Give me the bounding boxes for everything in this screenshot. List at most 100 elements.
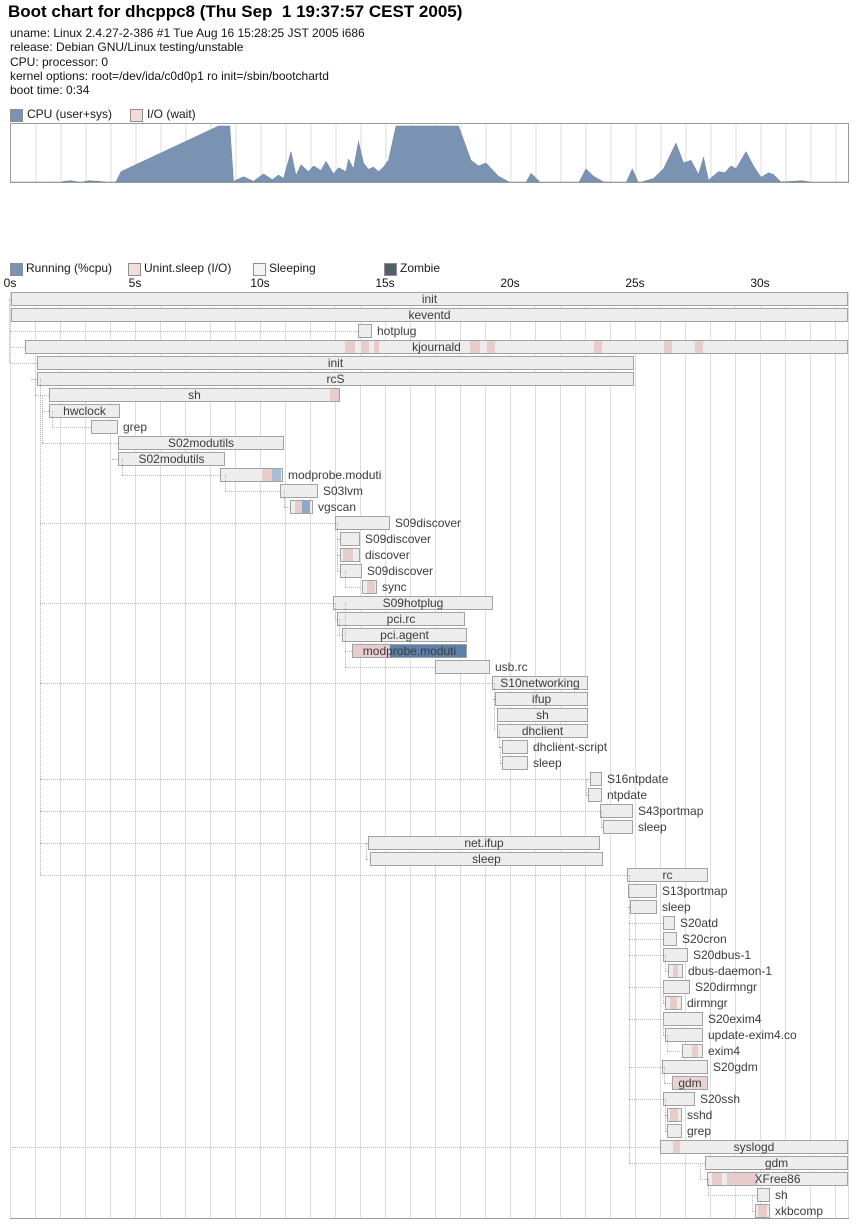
gridline	[335, 292, 336, 1218]
process-bar	[665, 1028, 703, 1042]
io-wait-segment	[670, 997, 677, 1009]
gridline	[660, 292, 661, 1218]
process-bar	[220, 468, 283, 482]
io-wait-segment	[758, 1205, 767, 1217]
process-label: S09discover	[365, 532, 431, 546]
tree-connector	[40, 523, 335, 524]
io-wait-segment	[673, 965, 678, 977]
process-label: S09discover	[367, 564, 433, 578]
process-bar	[682, 1044, 703, 1058]
tree-connector	[10, 331, 358, 332]
process-bar	[91, 420, 118, 434]
tree-connector-vertical	[225, 475, 226, 491]
tree-connector-vertical	[586, 779, 587, 795]
gridline	[35, 292, 36, 1218]
tree-connector	[10, 363, 37, 364]
process-bar	[290, 500, 313, 514]
process-bar	[757, 1188, 770, 1202]
process-gantt-chart: initkeventdhotplugkjournaldinitrcSshhwcl…	[0, 0, 858, 1228]
process-bar	[665, 996, 682, 1010]
tree-connector-vertical	[335, 603, 336, 619]
tree-connector	[42, 443, 118, 444]
tree-connector-vertical	[284, 491, 285, 507]
tree-connector	[40, 811, 600, 812]
io-wait-segment	[692, 1045, 698, 1057]
process-label: S20dirmngr	[695, 980, 757, 994]
process-label: sleep	[533, 756, 562, 770]
io-wait-segment	[343, 549, 353, 561]
chart-bottom-border	[10, 1218, 849, 1219]
process-bar	[667, 1124, 682, 1138]
process-label: S13portmap	[662, 884, 727, 898]
process-bar	[663, 932, 677, 946]
process-label: S09hotplug	[333, 596, 493, 610]
process-label: sh	[49, 388, 340, 402]
process-label: init	[11, 292, 848, 306]
process-label: kjournald	[25, 340, 848, 354]
process-bar	[340, 564, 362, 578]
tree-connector-vertical	[345, 603, 346, 667]
tree-connector	[12, 1147, 660, 1148]
tree-connector	[629, 939, 663, 940]
io-wait-segment	[295, 501, 302, 513]
gridline	[848, 292, 849, 1218]
process-label: ntpdate	[607, 788, 647, 802]
tree-connector	[42, 411, 49, 412]
process-bar	[663, 980, 690, 994]
tree-connector	[629, 923, 663, 924]
process-label: update-exim4.co	[708, 1028, 797, 1042]
process-label: usb.rc	[495, 660, 528, 674]
process-label: sshd	[687, 1108, 712, 1122]
gridline	[735, 292, 736, 1218]
process-bar	[502, 740, 528, 754]
tree-connector-vertical	[499, 731, 500, 747]
process-label: gdm	[672, 1076, 708, 1090]
gridline	[610, 292, 611, 1218]
process-label: discover	[365, 548, 410, 562]
gridline	[10, 292, 11, 1218]
process-label: S20ssh	[700, 1092, 740, 1106]
process-label: sleep	[638, 820, 667, 834]
gridline	[810, 292, 811, 1218]
tree-connector	[629, 955, 663, 956]
tree-connector-vertical	[500, 747, 501, 763]
tree-connector	[629, 1019, 663, 1020]
cpu-running-segment	[272, 469, 281, 481]
process-label: dhclient-script	[533, 740, 607, 754]
tree-connector	[40, 875, 627, 876]
tree-connector	[345, 667, 435, 668]
process-bar	[280, 484, 318, 498]
cpu-running-segment	[302, 501, 310, 513]
tree-connector	[629, 1099, 663, 1100]
process-label: hwclock	[49, 404, 120, 418]
process-bar	[630, 900, 657, 914]
process-bar	[590, 772, 602, 786]
tree-connector-vertical	[366, 843, 367, 859]
process-label: S20gdm	[713, 1060, 758, 1074]
tree-connector-vertical	[35, 379, 36, 395]
tree-connector-vertical	[708, 1179, 709, 1195]
tree-connector	[345, 651, 352, 652]
process-label: grep	[687, 1124, 711, 1138]
process-bar	[358, 324, 372, 338]
process-label: XFree86	[707, 1172, 848, 1186]
process-label: S20cron	[682, 932, 727, 946]
io-wait-segment	[670, 1109, 678, 1121]
process-label: S10networking	[492, 676, 588, 690]
process-label: keventd	[11, 308, 848, 322]
tree-connector-vertical	[700, 1163, 701, 1179]
tree-connector	[40, 683, 492, 684]
process-bar	[663, 916, 675, 930]
gridline	[635, 292, 636, 1218]
gridline	[760, 292, 761, 1218]
process-label: sh	[775, 1188, 788, 1202]
tree-connector	[700, 1179, 707, 1180]
process-label: rc	[627, 868, 708, 882]
process-bar	[335, 516, 390, 530]
tree-connector	[52, 427, 91, 428]
tree-connector	[10, 347, 25, 348]
process-bar	[340, 548, 360, 562]
process-label: syslogd	[660, 1140, 848, 1154]
process-label: S20exim4	[708, 1012, 761, 1026]
process-bar	[668, 964, 683, 978]
